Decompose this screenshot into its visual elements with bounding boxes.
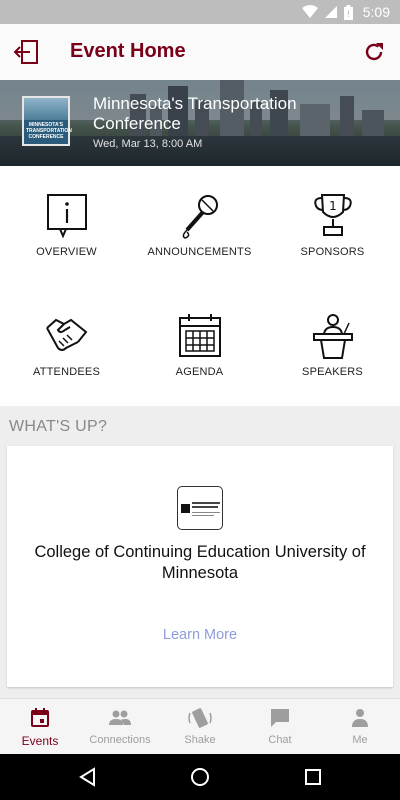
nav-label: Chat	[268, 734, 292, 746]
nav-events[interactable]: Events	[0, 699, 80, 755]
home-icon[interactable]	[190, 767, 210, 787]
signal-icon	[324, 6, 337, 18]
tile-overview[interactable]: OVERVIEW	[0, 166, 133, 286]
status-time: 5:09	[362, 4, 390, 20]
people-icon	[109, 710, 131, 725]
back-icon[interactable]	[78, 767, 98, 787]
event-banner[interactable]: MINNESOTA'S TRANSPORTATION CONFERENCE Mi…	[0, 80, 400, 166]
nav-label: Me	[352, 734, 368, 746]
info-board-icon	[47, 194, 87, 239]
handshake-icon	[46, 318, 88, 351]
battery-icon: !	[343, 4, 353, 20]
status-bar: ! 5:09	[0, 0, 400, 24]
tile-speakers[interactable]: SPEAKERS	[266, 286, 399, 406]
app-bar: Event Home	[0, 24, 400, 80]
nav-chat[interactable]: Chat	[240, 699, 320, 755]
learn-more-link[interactable]: Learn More	[7, 627, 393, 643]
svg-text:1: 1	[329, 199, 337, 213]
trophy-icon: 1	[314, 194, 352, 236]
section-title: WHAT'S UP?	[9, 418, 108, 435]
exit-icon[interactable]	[12, 38, 42, 66]
refresh-icon[interactable]	[362, 40, 386, 64]
page-title: Event Home	[70, 40, 186, 62]
tile-agenda[interactable]: AGENDA	[133, 286, 266, 406]
nav-label: Connections	[89, 734, 151, 746]
org-logo	[177, 486, 223, 530]
recents-icon[interactable]	[303, 767, 323, 787]
nav-me[interactable]: Me	[320, 699, 400, 755]
nav-label: Shake	[184, 734, 216, 746]
tile-label: ANNOUNCEMENTS	[147, 246, 252, 258]
event-date: Wed, Mar 13, 8:00 AM	[93, 138, 203, 150]
event-name: Minnesota's Transportation Conference	[93, 94, 297, 133]
podium-icon	[313, 314, 353, 359]
calendar-icon	[179, 314, 221, 357]
tile-label: SPONSORS	[300, 246, 365, 258]
tile-label: AGENDA	[175, 366, 224, 378]
bottom-nav: Events Connections Shake Chat Me	[0, 698, 400, 754]
org-name: College of Continuing Education Universi…	[34, 543, 366, 582]
chat-icon	[271, 709, 289, 727]
svg-text:!: !	[346, 10, 350, 20]
tile-label: ATTENDEES	[33, 366, 100, 378]
conference-logo: MINNESOTA'S TRANSPORTATION CONFERENCE	[22, 96, 72, 146]
tile-label: OVERVIEW	[36, 246, 97, 258]
microphone-icon	[182, 195, 218, 239]
wifi-icon	[301, 5, 318, 18]
nav-label: Events	[21, 734, 59, 748]
shake-phone-icon	[188, 708, 212, 728]
person-icon	[352, 709, 368, 727]
tile-attendees[interactable]: ATTENDEES	[0, 286, 133, 406]
tile-sponsors[interactable]: 1 SPONSORS	[266, 166, 399, 286]
sponsor-card[interactable]: College of Continuing Education Universi…	[7, 446, 393, 687]
calendar-icon	[31, 708, 49, 727]
tile-announcements[interactable]: ANNOUNCEMENTS	[133, 166, 266, 286]
nav-connections[interactable]: Connections	[80, 699, 160, 755]
nav-shake[interactable]: Shake	[160, 699, 240, 755]
system-nav-bar	[0, 754, 400, 800]
tile-label: SPEAKERS	[302, 366, 363, 378]
feature-grid: OVERVIEW ANNOUNCEMENTS 1 SPONSORS ATTEND…	[0, 166, 400, 406]
